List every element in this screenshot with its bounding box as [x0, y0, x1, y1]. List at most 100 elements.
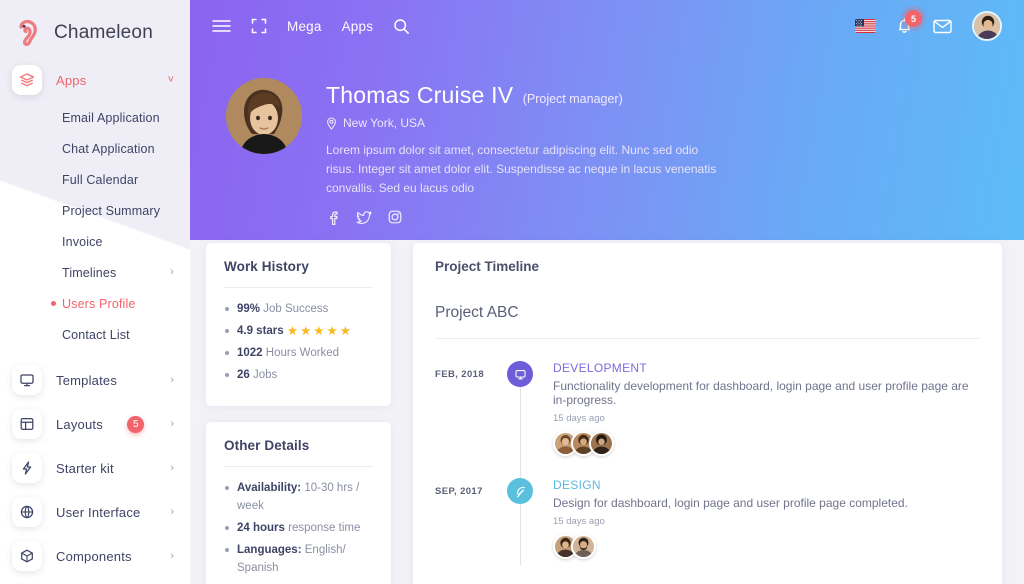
notification-count-badge: 5	[905, 10, 922, 27]
sidebar-item-label: Apps	[56, 72, 87, 88]
timeline-entry-date: SEP, 2017	[435, 486, 483, 497]
sidebar-item-label: Layouts	[56, 416, 103, 432]
sidebar-item-label: Components	[56, 548, 132, 564]
work-history-card: Work History 99% Job Success 4.9 stars ★…	[206, 243, 391, 406]
chevron-right-icon[interactable]: ›	[170, 267, 174, 278]
sidebar-subitem-chat-application[interactable]: Chat Application	[0, 133, 190, 164]
other-details-value: 24 hours	[237, 522, 285, 534]
user-avatar[interactable]	[972, 11, 1002, 41]
chevron-right-icon[interactable]: ›	[170, 550, 174, 562]
expand-icon[interactable]	[251, 18, 267, 34]
profile-location-text: New York, USA	[343, 116, 426, 130]
timeline-connector-line	[519, 504, 521, 565]
avatar[interactable]	[571, 534, 596, 559]
right-column: Project Timeline Project ABC FEB, 2018 D…	[413, 243, 1002, 584]
chevron-down-icon[interactable]: ˅	[168, 74, 174, 86]
content-area: Work History 99% Job Success 4.9 stars ★…	[190, 225, 1024, 584]
sidebar-subitem-label: Full Calendar	[62, 172, 139, 187]
project-timeline-card: Project Timeline Project ABC FEB, 2018 D…	[413, 243, 1002, 584]
twitter-icon[interactable]	[356, 210, 372, 225]
profile-info: Thomas Cruise IV (Project manager) New Y…	[326, 78, 726, 225]
timeline-entry-ago: 15 days ago	[553, 413, 605, 424]
chevron-right-icon[interactable]: ›	[170, 506, 174, 518]
topbar: Mega Apps 5	[190, 0, 1024, 52]
timeline-entry: FEB, 2018 DEVELOPMENT Functionality deve…	[435, 339, 980, 480]
topbar-link-apps[interactable]: Apps	[342, 19, 374, 34]
sidebar: Chameleon Apps ˅ Email Application Chat …	[0, 0, 190, 584]
sidebar-item-starter-kit[interactable]: Starter kit ›	[0, 446, 190, 490]
timeline-bullet-design[interactable]	[507, 478, 533, 504]
envelope-icon[interactable]	[933, 19, 952, 34]
timeline-entry-kind[interactable]: DEVELOPMENT	[553, 361, 980, 375]
chevron-right-icon[interactable]: ›	[170, 374, 174, 386]
timeline-entry-ago: 15 days ago	[553, 516, 605, 527]
timeline-entry-avatars	[553, 534, 980, 559]
feather-icon	[514, 485, 527, 498]
work-history-label: Jobs	[253, 369, 278, 381]
profile-location: New York, USA	[326, 116, 726, 130]
active-dot-icon	[51, 301, 56, 306]
sidebar-subitem-contact-list[interactable]: Contact List	[0, 319, 190, 350]
sidebar-item-label: Templates	[56, 372, 118, 388]
monitor-icon	[12, 365, 42, 395]
sidebar-item-components[interactable]: Components ›	[0, 534, 190, 578]
list-item: 24 hours response time	[224, 519, 373, 537]
cube-icon	[12, 541, 42, 571]
profile-name-row: Thomas Cruise IV (Project manager)	[326, 82, 726, 109]
sidebar-subitem-label: Contact List	[62, 327, 130, 342]
sidebar-badge-layouts: 5	[127, 415, 145, 433]
timeline-bullet-development[interactable]	[507, 361, 533, 387]
sidebar-subitem-full-calendar[interactable]: Full Calendar	[0, 164, 190, 195]
sidebar-item-partial[interactable]	[0, 578, 190, 584]
topbar-link-mega[interactable]: Mega	[287, 19, 322, 34]
sidebar-subitem-label: Timelines	[62, 265, 117, 280]
page-title: Thomas Cruise IV	[326, 82, 514, 108]
search-icon[interactable]	[393, 18, 410, 35]
chevron-right-icon[interactable]: ›	[170, 462, 174, 474]
timeline-entry-kind[interactable]: DESIGN	[553, 478, 980, 492]
list-item: 99% Job Success	[224, 300, 373, 318]
notifications-button[interactable]: 5	[896, 10, 922, 35]
sidebar-subitem-label: Email Application	[62, 110, 160, 125]
avatar[interactable]	[589, 431, 614, 456]
sidebar-subitem-email-application[interactable]: Email Application	[0, 102, 190, 133]
instagram-icon[interactable]	[388, 210, 402, 225]
layers-icon	[12, 65, 42, 95]
topbar-right-cluster: 5	[855, 10, 1002, 41]
profile-social-links	[326, 210, 726, 225]
other-details-value: Availability:	[237, 482, 302, 494]
other-details-label: response time	[288, 522, 361, 534]
profile-role: (Project manager)	[522, 92, 623, 106]
sidebar-item-templates[interactable]: Templates ›	[0, 358, 190, 402]
divider	[224, 287, 373, 288]
sidebar-subitem-users-profile[interactable]: Users Profile	[0, 288, 190, 319]
profile-bio: Lorem ipsum dolor sit amet, consectetur …	[326, 143, 717, 195]
work-history-title: Work History	[224, 259, 309, 274]
chevron-right-icon[interactable]: ›	[170, 418, 174, 430]
timeline-entry: SEP, 2017 DESIGN Design for dashboard, l…	[435, 456, 980, 565]
timeline-entry-date: FEB, 2018	[435, 369, 485, 380]
hamburger-icon[interactable]	[212, 19, 231, 33]
other-details-title: Other Details	[224, 438, 310, 453]
facebook-icon[interactable]	[326, 210, 340, 225]
us-flag-icon[interactable]	[855, 19, 876, 33]
main-area: Mega Apps 5 Thomas Cruise IV (Project ma…	[190, 0, 1024, 584]
sidebar-subitem-label: Project Summary	[62, 203, 161, 218]
rating-stars: ★★★★★	[286, 324, 353, 338]
sidebar-item-user-interface[interactable]: User Interface ›	[0, 490, 190, 534]
list-item: Availability: 10-30 hrs / week	[224, 479, 373, 515]
work-history-list: 99% Job Success 4.9 stars ★★★★★ 1022 Hou…	[224, 300, 373, 384]
brand[interactable]: Chameleon	[0, 0, 190, 52]
work-history-value: 99%	[237, 303, 261, 315]
sidebar-nav: Apps ˅ Email Application Chat Applicatio…	[0, 52, 190, 584]
sidebar-subitem-invoice[interactable]: Invoice	[0, 226, 190, 257]
sidebar-item-layouts[interactable]: Layouts 5 ›	[0, 402, 190, 446]
project-timeline-title: Project Timeline	[435, 259, 540, 274]
sidebar-item-apps[interactable]: Apps ˅	[0, 58, 190, 102]
sidebar-subitem-timelines[interactable]: Timelines ›	[0, 257, 190, 288]
sidebar-submenu-apps: Email Application Chat Application Full …	[0, 102, 190, 350]
profile-avatar[interactable]	[226, 78, 302, 154]
sidebar-subitem-project-summary[interactable]: Project Summary	[0, 195, 190, 226]
globe-icon	[12, 497, 42, 527]
other-details-card: Other Details Availability: 10-30 hrs / …	[206, 422, 391, 584]
